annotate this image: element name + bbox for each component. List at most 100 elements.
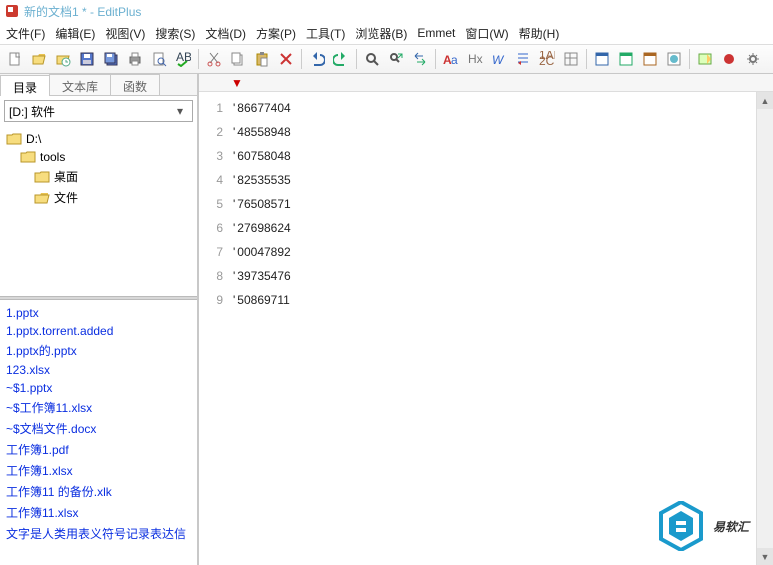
external-icon[interactable] [663,48,685,70]
file-item[interactable]: ~$1.pptx [6,379,191,397]
menu-document[interactable]: 文档(D) [205,25,246,42]
find-icon[interactable] [361,48,383,70]
code-line[interactable]: 27698624 [233,216,291,240]
paste-icon[interactable] [251,48,273,70]
settings-icon[interactable] [742,48,764,70]
tree-item-label: 桌面 [54,168,78,185]
line-number: 4 [199,168,223,192]
line-number: 9 [199,288,223,312]
editor-area: ▼ ----+----1----+----2----+----3----+---… [199,74,773,565]
line-number: 5 [199,192,223,216]
menu-tools[interactable]: 工具(T) [306,25,345,42]
preview-icon[interactable] [148,48,170,70]
file-item[interactable]: 工作簿11 的备份.xlk [6,481,191,502]
line-number: 1 [199,96,223,120]
file-list: 1.pptx1.pptx.torrent.added1.pptx的.pptx12… [0,300,197,565]
file-item[interactable]: 1.pptx的.pptx [6,340,191,361]
menu-search[interactable]: 搜索(S) [155,25,195,42]
findnext-icon[interactable] [385,48,407,70]
file-item[interactable]: 123.xlsx [6,361,191,379]
chevron-down-icon: ▾ [172,104,188,118]
file-item[interactable]: 1.pptx [6,304,191,322]
folder-tree: D:\ tools 桌面文件 [0,126,197,296]
spellcheck-icon[interactable]: ABC [172,48,194,70]
side-panel: 目录 文本库 函数 [D:] 软件 ▾ D:\tools桌面文件 1.pptx1… [0,74,199,565]
browser1-icon[interactable] [591,48,613,70]
code-line[interactable]: 00047892 [233,240,291,264]
print-icon[interactable] [124,48,146,70]
browser2-icon[interactable] [615,48,637,70]
menu-project[interactable]: 方案(P) [256,25,296,42]
menu-emmet[interactable]: Emmet [417,26,455,40]
save-icon[interactable] [76,48,98,70]
toolbar-separator [301,49,302,69]
scroll-down-icon[interactable]: ▼ [757,548,773,565]
ruler-cursor-icon: ▼ [231,76,243,90]
folder-icon [34,191,50,205]
browser3-icon[interactable] [639,48,661,70]
tab-functions[interactable]: 函数 [110,74,160,95]
new-icon[interactable] [4,48,26,70]
code-line[interactable]: 39735476 [233,264,291,288]
line-number: 7 [199,240,223,264]
code-line[interactable]: 50869711 [233,288,291,312]
drive-selector[interactable]: [D:] 软件 ▾ [4,100,193,122]
line-number: 6 [199,216,223,240]
menu-view[interactable]: 视图(V) [105,25,145,42]
open-icon[interactable] [28,48,50,70]
tree-item[interactable]: 文件 [6,187,191,208]
linenum-icon[interactable] [512,48,534,70]
font-icon[interactable]: Aa [440,48,462,70]
record-icon[interactable] [718,48,740,70]
replace-icon[interactable] [409,48,431,70]
file-item[interactable]: 文字是人类用表义符号记录表达信 [6,523,191,544]
column-icon[interactable] [560,48,582,70]
hex-icon[interactable]: Hx [464,48,486,70]
editor-body[interactable]: 123456789 866774044855894860758048825355… [199,92,773,565]
ruler-icon[interactable]: 1AB2CD [536,48,558,70]
scroll-up-icon[interactable]: ▲ [757,92,773,109]
config-icon[interactable] [694,48,716,70]
menubar: 文件(F) 编辑(E) 视图(V) 搜索(S) 文档(D) 方案(P) 工具(T… [0,22,773,44]
code-line[interactable]: 82535535 [233,168,291,192]
code-line[interactable]: 48558948 [233,120,291,144]
toolbar-separator [198,49,199,69]
code-line[interactable]: 76508571 [233,192,291,216]
file-item[interactable]: 工作簿1.xlsx [6,460,191,481]
cut-icon[interactable] [203,48,225,70]
toolbar-separator [356,49,357,69]
redo-icon[interactable] [330,48,352,70]
toolbar-separator [689,49,690,69]
drive-label: [D:] 软件 [9,103,55,120]
code-content[interactable]: 8667740448558948607580488253553576508571… [229,92,291,565]
menu-edit[interactable]: 编辑(E) [55,25,95,42]
tree-item-label: tools [40,150,65,164]
code-line[interactable]: 86677404 [233,96,291,120]
menu-file[interactable]: 文件(F) [6,25,45,42]
tab-cliptext[interactable]: 文本库 [49,74,111,95]
toolbar-separator [586,49,587,69]
delete-icon[interactable] [275,48,297,70]
code-line[interactable]: 60758048 [233,144,291,168]
file-item[interactable]: 工作簿1.pdf [6,439,191,460]
file-item[interactable]: 1.pptx.torrent.added [6,322,191,340]
file-item[interactable]: 工作簿11.xlsx [6,502,191,523]
svg-text:a: a [451,53,458,67]
saveall-icon[interactable] [100,48,122,70]
menu-browser[interactable]: 浏览器(B) [355,25,407,42]
vertical-scrollbar[interactable]: ▲ ▼ [756,92,773,565]
menu-window[interactable]: 窗口(W) [465,25,508,42]
tab-directory[interactable]: 目录 [0,75,50,96]
undo-icon[interactable] [306,48,328,70]
copy-icon[interactable] [227,48,249,70]
recent-icon[interactable] [52,48,74,70]
wordwrap-icon[interactable]: W [488,48,510,70]
tree-item[interactable]: tools [6,148,191,166]
line-number: 3 [199,144,223,168]
file-item[interactable]: ~$文档文件.docx [6,418,191,439]
file-item[interactable]: ~$工作簿11.xlsx [6,397,191,418]
tree-item[interactable]: D:\ [6,130,191,148]
tree-item[interactable]: 桌面 [6,166,191,187]
app-icon [4,3,20,19]
menu-help[interactable]: 帮助(H) [519,25,560,42]
